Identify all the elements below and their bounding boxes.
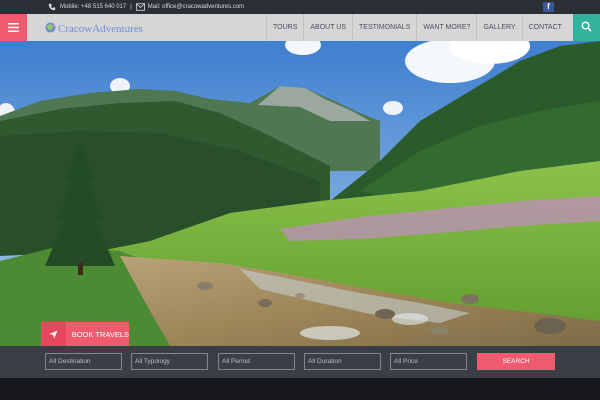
price-select[interactable]: All Price <box>390 353 467 370</box>
nav-item-tours[interactable]: TOURS <box>266 14 303 41</box>
nav-item-gallery[interactable]: GALLERY <box>476 14 521 41</box>
book-travels-label: BOOK TRAVELS <box>71 329 129 339</box>
mail-address[interactable]: Mail: office@cracowadventures.com <box>148 0 244 14</box>
nav-item-about-us[interactable]: ABOUT US <box>303 14 352 41</box>
period-select[interactable]: All Period <box>218 353 295 370</box>
typology-select[interactable]: All Typology <box>131 353 208 370</box>
logo-globe-icon <box>45 20 56 38</box>
duration-select[interactable]: All Duration <box>304 353 381 370</box>
facebook-icon[interactable]: f <box>543 2 554 12</box>
destination-select[interactable]: All Destination <box>45 353 122 370</box>
nav-item-contact[interactable]: CONTACT <box>521 14 568 41</box>
hero-image <box>0 41 600 346</box>
book-travels-button[interactable]: BOOK TRAVELS <box>41 322 129 346</box>
main-navbar: CracowAdventures TOURS ABOUT US TESTIMON… <box>0 14 600 41</box>
tour-filter-bar: All Destination All Typology All Period … <box>0 346 600 378</box>
contact-info: Mobile: +48 515 640 017 | Mail: office@c… <box>48 0 244 14</box>
site-logo[interactable]: CracowAdventures <box>45 20 143 38</box>
search-button[interactable] <box>573 14 600 41</box>
top-contact-bar: Mobile: +48 515 640 017 | Mail: office@c… <box>0 0 600 14</box>
hamburger-menu-button[interactable] <box>0 14 27 41</box>
mail-icon <box>135 3 145 11</box>
mobile-number[interactable]: Mobile: +48 515 640 017 <box>60 0 126 14</box>
facebook-glyph: f <box>547 2 550 11</box>
logo-text: CracowAdventures <box>58 23 143 35</box>
search-icon <box>581 19 592 37</box>
hamburger-menu-icon <box>8 19 19 37</box>
main-nav: TOURS ABOUT US TESTIMONIALS WANT MORE? G… <box>266 14 568 41</box>
nav-item-want-more[interactable]: WANT MORE? <box>416 14 476 41</box>
nav-item-testimonials[interactable]: TESTIMONIALS <box>352 14 416 41</box>
phone-icon <box>48 3 56 11</box>
location-arrow-icon <box>41 322 66 346</box>
bottom-strip <box>0 378 600 400</box>
separator: | <box>130 4 132 10</box>
hero-landscape <box>0 41 600 346</box>
search-submit-button[interactable]: SEARCH <box>477 353 555 370</box>
